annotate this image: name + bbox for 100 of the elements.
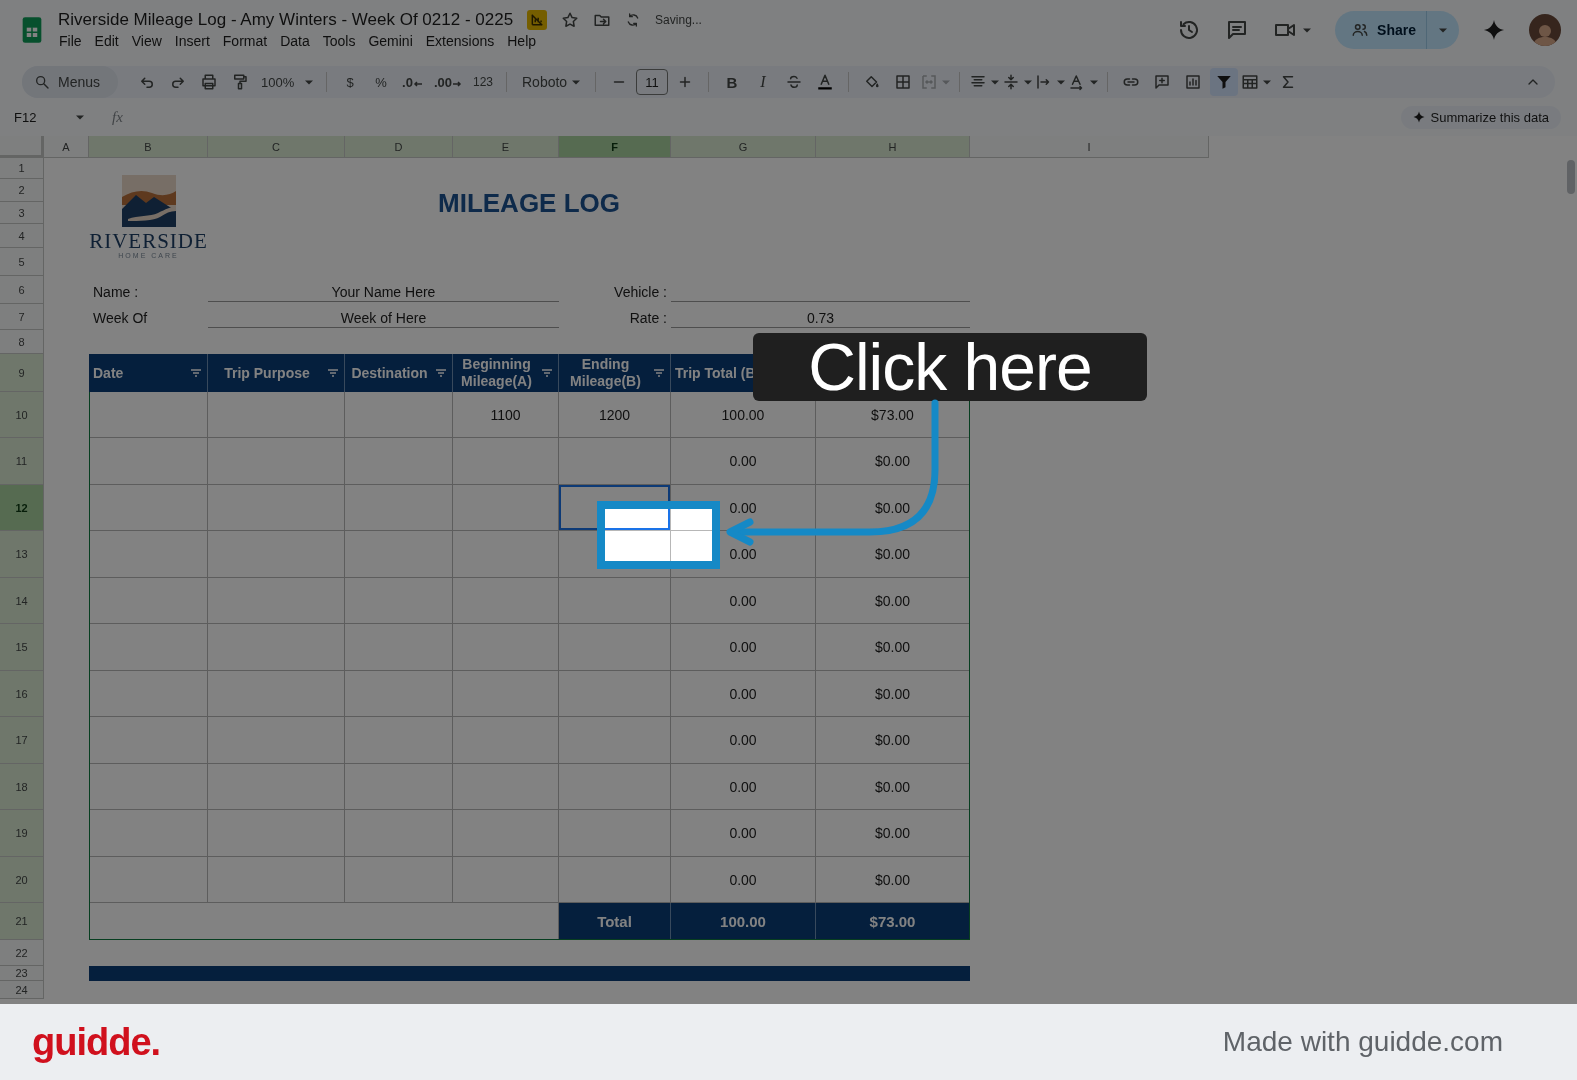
caret-icon[interactable] (1439, 27, 1447, 33)
row-header[interactable]: 19 (0, 810, 44, 857)
menu-item[interactable]: Edit (89, 32, 125, 50)
font-size-field[interactable]: 11 (636, 69, 668, 95)
column-header[interactable]: G (671, 136, 816, 158)
filter-icon[interactable] (653, 367, 665, 379)
row-header[interactable]: 5 (0, 248, 44, 276)
row-header[interactable]: 2 (0, 179, 44, 202)
people-icon (1351, 21, 1370, 39)
menu-item[interactable]: View (126, 32, 168, 50)
table-cell: $0.00 (816, 485, 970, 531)
borders-icon[interactable] (894, 73, 912, 91)
chart-icon[interactable] (1184, 73, 1202, 91)
add-comment-icon[interactable] (1153, 73, 1171, 91)
font-dropdown[interactable]: Roboto (516, 68, 586, 96)
menu-item[interactable]: Data (275, 32, 316, 50)
row-header[interactable]: 8 (0, 330, 44, 354)
function-label: fx (112, 108, 123, 126)
row-header[interactable]: 18 (0, 764, 44, 810)
caret-icon[interactable] (1057, 79, 1065, 85)
row-header[interactable]: 14 (0, 578, 44, 624)
row-header[interactable]: 21 (0, 903, 44, 940)
caret-icon[interactable] (305, 79, 314, 85)
row-header[interactable]: 16 (0, 671, 44, 717)
column-heading: Date (89, 354, 208, 392)
sheet-title: MILEAGE LOG (438, 187, 620, 219)
caret-icon[interactable] (991, 79, 999, 85)
column-heading: Beginning Mileage(A) (453, 354, 559, 392)
row-header[interactable]: 13 (0, 531, 44, 578)
row-header[interactable]: 20 (0, 857, 44, 903)
scrollbar-thumb[interactable] (1567, 160, 1575, 194)
row-header[interactable]: 1 (0, 158, 44, 179)
logo-wordmark: RIVERSIDE (89, 231, 208, 252)
currency-button[interactable]: $ (336, 68, 365, 96)
document-title[interactable]: Riverside Mileage Log - Amy Winters - Week Of 0212 - 0225 (58, 10, 514, 30)
column-header[interactable]: D (345, 136, 453, 158)
row-header[interactable]: 12 (0, 485, 44, 531)
avatar[interactable] (1529, 14, 1561, 46)
search-icon (34, 74, 50, 90)
row-header[interactable]: 24 (0, 981, 44, 999)
sparkle-icon[interactable] (1483, 19, 1505, 41)
text-color-icon[interactable] (816, 73, 834, 91)
menu-item[interactable]: Format (217, 32, 274, 50)
row-header[interactable]: 15 (0, 624, 44, 671)
print-icon[interactable] (200, 73, 219, 91)
filter-button[interactable] (1210, 68, 1238, 96)
chart-off-icon[interactable] (527, 10, 548, 30)
row-header[interactable]: 23 (0, 966, 44, 981)
search-field[interactable]: Menus (22, 66, 119, 98)
percent-button[interactable]: % (367, 68, 396, 96)
row-header[interactable]: 3 (0, 202, 44, 224)
summarize-button[interactable]: Summarize this data (1400, 105, 1561, 129)
column-header[interactable]: C (208, 136, 345, 158)
row-header[interactable]: 6 (0, 276, 44, 304)
increase-decimal-button[interactable]: .00 (429, 68, 466, 96)
row-header[interactable]: 7 (0, 304, 44, 330)
caret-icon[interactable] (1090, 79, 1098, 85)
column-header[interactable]: E (453, 136, 559, 158)
caret-icon[interactable] (1024, 79, 1032, 85)
name-box[interactable]: F12 (14, 109, 84, 125)
menu-item[interactable]: File (58, 32, 88, 50)
filter-icon[interactable] (435, 367, 447, 379)
caret-icon[interactable] (572, 79, 580, 85)
column-header[interactable]: H (816, 136, 970, 158)
zoom-dropdown[interactable]: 100% (257, 68, 318, 96)
caret-icon[interactable] (76, 114, 84, 120)
vertical-align-icon[interactable] (1002, 73, 1020, 91)
strikethrough-icon[interactable] (785, 73, 803, 91)
row-header[interactable]: 4 (0, 224, 44, 248)
table-cell: $0.00 (816, 438, 970, 485)
row-header[interactable]: 10 (0, 392, 44, 438)
table-cell: $0.00 (816, 764, 970, 810)
filter-icon[interactable] (327, 367, 339, 379)
decrease-decimal-button[interactable]: .0 (398, 68, 427, 96)
menu-item[interactable]: Insert (169, 32, 216, 50)
bold-button[interactable]: B (718, 68, 746, 96)
table-cell: 0.00 (671, 717, 816, 764)
column-heading: Trip Purpose (208, 354, 345, 392)
menu-item[interactable]: Tools (317, 32, 362, 50)
caret-icon[interactable] (1263, 79, 1271, 85)
paint-roller-icon[interactable] (231, 73, 250, 91)
italic-button[interactable]: I (749, 68, 777, 96)
caret-icon[interactable] (1303, 27, 1312, 33)
row-header[interactable]: 22 (0, 940, 44, 966)
menu-item[interactable]: Help (502, 32, 543, 50)
row-header[interactable]: 9 (0, 354, 44, 392)
filter-icon[interactable] (190, 367, 202, 379)
row-header[interactable]: 17 (0, 717, 44, 764)
number-format-button[interactable]: 123 (468, 68, 497, 96)
filter-icon[interactable] (541, 367, 553, 379)
column-header[interactable]: F (559, 136, 671, 158)
column-header[interactable]: B (89, 136, 208, 158)
menu-item[interactable]: Extensions (420, 32, 501, 50)
column-header[interactable]: A (44, 136, 89, 158)
star-icon[interactable] (561, 11, 580, 29)
menu-item[interactable]: Gemini (363, 32, 419, 50)
table-icon[interactable] (1241, 73, 1259, 91)
row-header[interactable]: 11 (0, 438, 44, 485)
logo-drawing (121, 175, 176, 227)
rate-label: Rate : (628, 309, 668, 328)
